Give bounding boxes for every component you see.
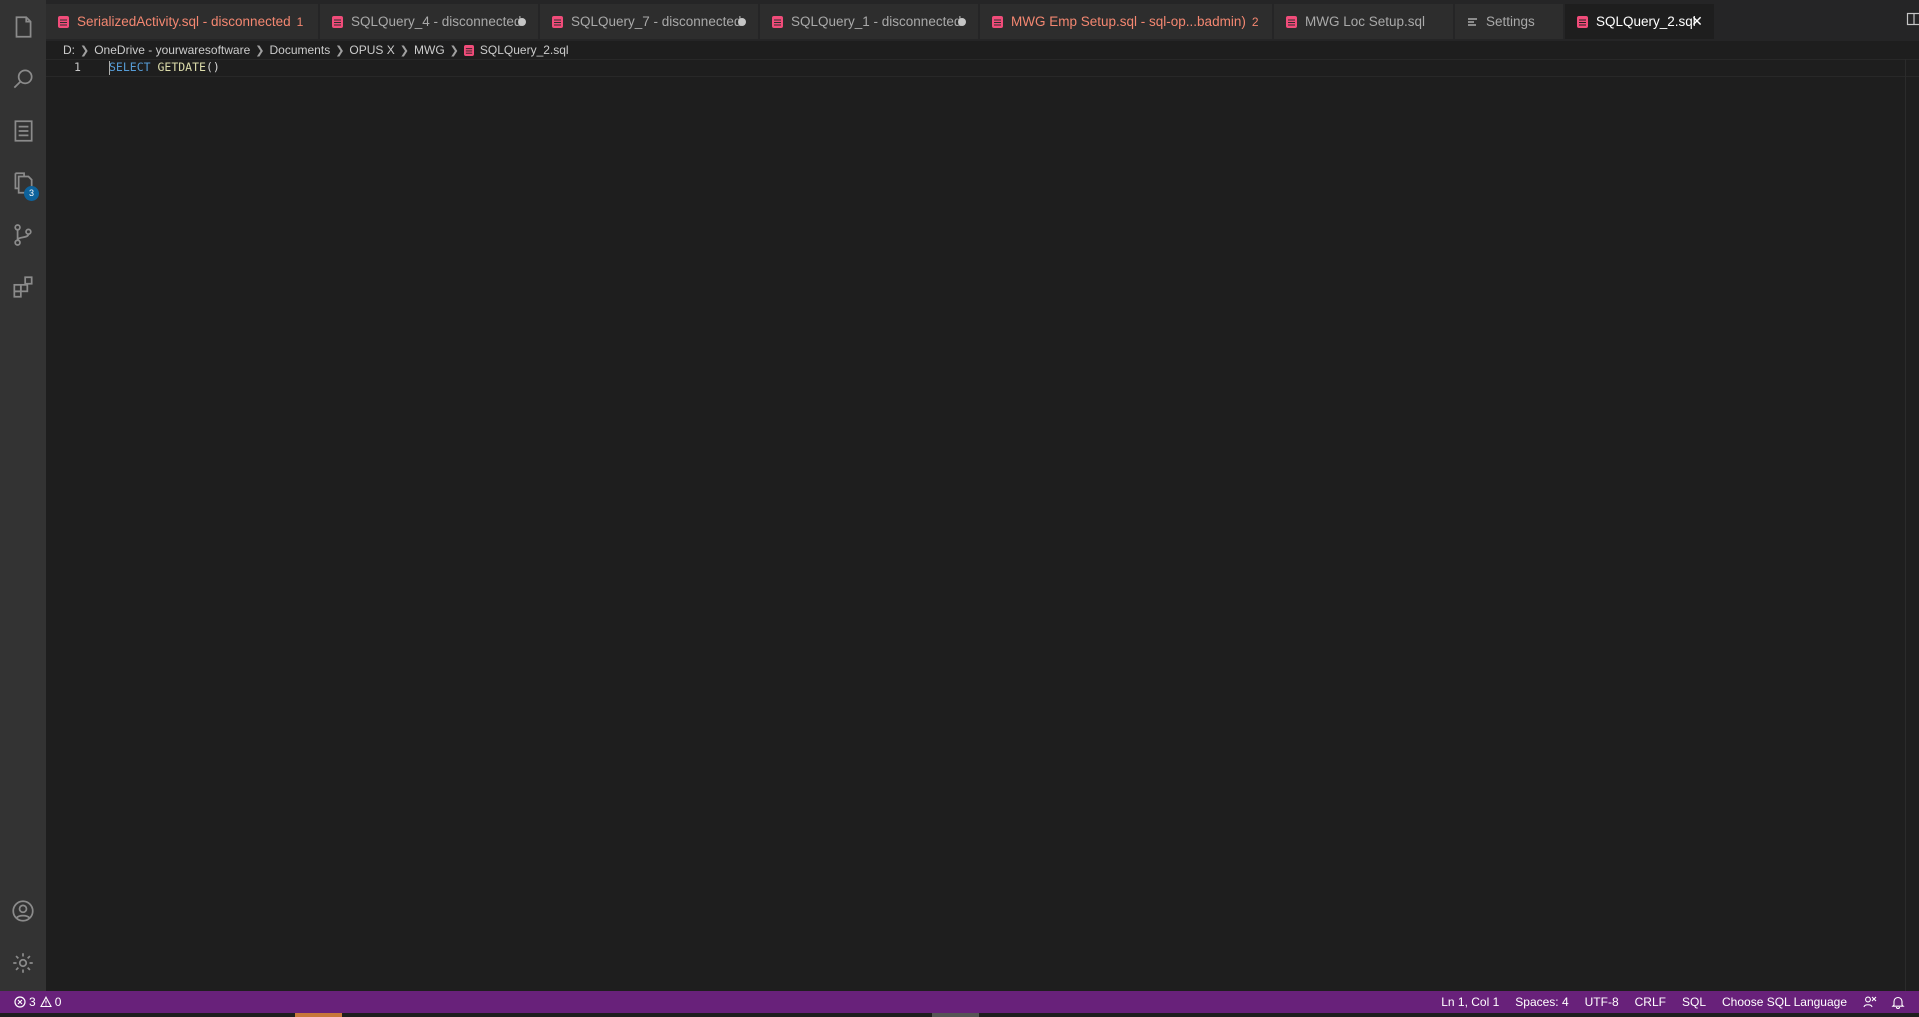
account-icon[interactable]: [0, 888, 46, 934]
encoding-setting[interactable]: UTF-8: [1585, 995, 1619, 1009]
tab-label: MWG Emp Setup.sql - sql-op...badmin): [1011, 14, 1246, 29]
tab-settings[interactable]: Settings: [1455, 4, 1564, 39]
tab-label: SQLQuery_1 - disconnected: [791, 14, 962, 29]
status-bar-right: Ln 1, Col 1 Spaces: 4 UTF-8 CRLF SQL Cho…: [1441, 991, 1919, 1013]
tab-label: SQLQuery_7 - disconnected: [571, 14, 742, 29]
tab-sqlquery-1[interactable]: SQLQuery_1 - disconnected: [760, 4, 979, 39]
breadcrumb-item[interactable]: OneDrive - yourwaresoftware: [94, 43, 250, 57]
tab-serialized-activity[interactable]: SerializedActivity.sql - disconnected 1: [46, 4, 319, 39]
notebook-icon[interactable]: [0, 108, 46, 154]
source-control-icon[interactable]: [0, 212, 46, 258]
tab-mwg-emp-setup[interactable]: MWG Emp Setup.sql - sql-op...badmin) 2: [980, 4, 1273, 39]
sql-file-icon: [772, 15, 783, 28]
activity-bar: 3: [0, 0, 46, 991]
tab-label: MWG Loc Setup.sql: [1305, 14, 1426, 29]
text-cursor: [109, 61, 110, 75]
app-window: 3 SerializedActivity.sql - disconnected …: [0, 0, 1919, 1017]
line-number: 1: [74, 60, 81, 74]
sql-file-icon: [58, 15, 69, 28]
open-editors-badge: 3: [24, 186, 39, 201]
sql-file-icon: [1286, 15, 1297, 28]
vertical-scrollbar[interactable]: [1905, 59, 1919, 991]
feedback-icon[interactable]: [1863, 995, 1877, 1009]
explorer-icon[interactable]: [0, 4, 46, 50]
taskbar-indicator: [932, 1013, 979, 1017]
extensions-icon[interactable]: [0, 264, 46, 310]
split-editor-icon[interactable]: [1906, 11, 1919, 27]
breadcrumb: D: ❯ OneDrive - yourwaresoftware ❯ Docum…: [46, 41, 1919, 59]
keyword-token: SELECT: [109, 60, 151, 74]
error-count: 3: [29, 995, 36, 1009]
indentation-setting[interactable]: Spaces: 4: [1515, 995, 1568, 1009]
problems-indicator[interactable]: 3 0: [0, 995, 65, 1009]
unsaved-dot-icon[interactable]: [958, 18, 966, 26]
code-editor[interactable]: 1 SELECT GETDATE(): [46, 59, 1919, 991]
unsaved-dot-icon[interactable]: [518, 18, 526, 26]
editor-tab-bar: SerializedActivity.sql - disconnected 1 …: [46, 0, 1919, 41]
sql-file-icon: [1577, 15, 1588, 28]
open-editors-icon[interactable]: 3: [0, 160, 46, 206]
breadcrumb-item[interactable]: D:: [63, 43, 75, 57]
choose-sql-language[interactable]: Choose SQL Language: [1722, 995, 1847, 1009]
tab-mwg-loc-setup[interactable]: MWG Loc Setup.sql: [1274, 4, 1454, 39]
language-mode[interactable]: SQL: [1682, 995, 1706, 1009]
status-bar: 3 0 Ln 1, Col 1 Spaces: 4 UTF-8 CRLF SQL…: [0, 991, 1919, 1013]
chevron-right-icon: ❯: [80, 44, 90, 57]
chevron-right-icon: ❯: [399, 44, 409, 57]
tab-sqlquery-7[interactable]: SQLQuery_7 - disconnected: [540, 4, 759, 39]
current-line-highlight: [46, 59, 1919, 77]
taskbar-indicator: [295, 1013, 342, 1017]
tab-sqlquery-4[interactable]: SQLQuery_4 - disconnected: [320, 4, 539, 39]
paren-token: (): [205, 60, 220, 74]
tab-label: SQLQuery_4 - disconnected: [351, 14, 522, 29]
problem-count: 2: [1251, 14, 1259, 29]
eol-setting[interactable]: CRLF: [1635, 995, 1666, 1009]
breadcrumb-item[interactable]: OPUS X: [349, 43, 394, 57]
chevron-right-icon: ❯: [335, 44, 345, 57]
warning-icon: [39, 996, 52, 1008]
tab-label: Settings: [1486, 14, 1535, 29]
tab-label: SQLQuery_2.sql: [1596, 14, 1696, 29]
unsaved-dot-icon[interactable]: [738, 18, 746, 26]
breadcrumb-item[interactable]: MWG: [414, 43, 445, 57]
problem-count: 1: [296, 14, 304, 29]
sql-file-icon: [463, 44, 474, 56]
sql-file-icon: [332, 15, 343, 28]
code-line[interactable]: SELECT GETDATE(): [109, 60, 220, 74]
function-token: GETDATE: [157, 60, 206, 74]
breadcrumb-item[interactable]: SQLQuery_2.sql: [480, 43, 569, 57]
sql-file-icon: [992, 15, 1003, 28]
warning-count: 0: [54, 995, 62, 1009]
chevron-right-icon: ❯: [255, 44, 265, 57]
chevron-right-icon: ❯: [449, 44, 459, 57]
tab-label: SerializedActivity.sql - disconnected: [77, 14, 291, 29]
breadcrumb-item[interactable]: Documents: [270, 43, 331, 57]
error-icon: [14, 996, 26, 1008]
cursor-position[interactable]: Ln 1, Col 1: [1441, 995, 1499, 1009]
sql-file-icon: [552, 15, 563, 28]
close-tab-icon[interactable]: ✕: [1688, 12, 1706, 30]
notifications-bell-icon[interactable]: [1891, 995, 1905, 1009]
search-icon[interactable]: [0, 56, 46, 102]
manage-gear-icon[interactable]: [0, 940, 46, 986]
settings-lines-icon: [1468, 17, 1477, 26]
tab-sqlquery-2[interactable]: SQLQuery_2.sql ✕: [1565, 4, 1715, 39]
